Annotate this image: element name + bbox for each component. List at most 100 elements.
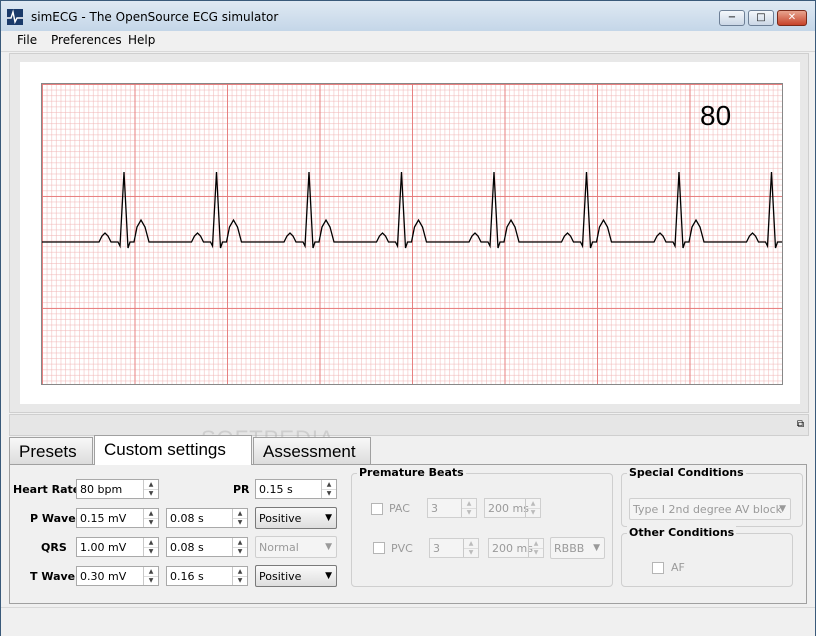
p-wave-polarity-select[interactable]: Positive ▼ xyxy=(255,507,337,529)
pac-count-value: 3 xyxy=(431,502,438,515)
spin-down-icon: ▼ xyxy=(468,549,474,556)
special-condition-value: Type I 2nd degree AV block xyxy=(633,503,783,516)
ecg-waveform xyxy=(42,171,782,249)
t-wave-label: T Wave xyxy=(30,570,76,583)
spin-down-icon[interactable]: ▼ xyxy=(144,518,158,527)
pac-checkbox[interactable] xyxy=(371,503,383,515)
ecg-display: 80 xyxy=(20,62,800,404)
pr-value: 0.15 s xyxy=(259,483,293,496)
tab-assessment-label: Assessment xyxy=(263,442,356,461)
pac-label: PAC xyxy=(389,502,410,515)
qrs-amplitude-value: 1.00 mV xyxy=(80,541,127,554)
af-label: AF xyxy=(671,561,685,574)
pvc-interval-input: 200 ms ▲ ▼ xyxy=(488,538,544,558)
spin-down-icon[interactable]: ▼ xyxy=(144,576,158,585)
p-wave-amplitude-input[interactable]: 0.15 mV ▲ ▼ xyxy=(76,508,159,528)
maximize-button[interactable]: □ xyxy=(748,10,774,26)
premature-beats-group xyxy=(351,473,613,587)
p-wave-label: P Wave xyxy=(30,512,76,525)
ecg-trace xyxy=(42,171,782,249)
chevron-down-icon: ▼ xyxy=(325,542,332,552)
chevron-down-icon: ▼ xyxy=(325,513,332,523)
t-wave-amplitude-spinner[interactable]: ▲ ▼ xyxy=(143,567,158,585)
premature-beats-title: Premature Beats xyxy=(357,466,466,479)
t-wave-duration-value: 0.16 s xyxy=(170,570,204,583)
pac-interval-spinner: ▲ ▼ xyxy=(525,499,540,517)
p-wave-duration-spinner[interactable]: ▲ ▼ xyxy=(232,509,247,527)
qrs-label: QRS xyxy=(41,541,67,554)
other-conditions-group xyxy=(621,533,793,587)
qrs-amplitude-input[interactable]: 1.00 mV ▲ ▼ xyxy=(76,537,159,557)
menu-file[interactable]: File xyxy=(15,33,39,47)
restore-icon[interactable]: ⧉ xyxy=(797,419,804,430)
t-wave-amplitude-value: 0.30 mV xyxy=(80,570,127,583)
pvc-interval-value: 200 ms xyxy=(492,542,533,555)
pvc-interval-spinner: ▲ ▼ xyxy=(528,539,543,557)
spin-down-icon[interactable]: ▼ xyxy=(144,489,158,498)
heart-rate-spinner[interactable]: ▲ ▼ xyxy=(143,480,158,498)
menu-preferences[interactable]: Preferences xyxy=(49,33,124,47)
close-button[interactable]: ✕ xyxy=(777,10,807,26)
ecg-grid xyxy=(41,83,783,385)
special-conditions-title: Special Conditions xyxy=(627,466,746,479)
spin-down-icon[interactable]: ▼ xyxy=(322,489,336,498)
tab-custom-settings[interactable]: Custom settings xyxy=(94,435,252,465)
qrs-amplitude-spinner[interactable]: ▲ ▼ xyxy=(143,538,158,556)
other-conditions-title: Other Conditions xyxy=(627,526,737,539)
spin-down-icon: ▼ xyxy=(466,509,472,516)
ecg-app-icon xyxy=(7,9,23,25)
pvc-morphology-value: RBBB xyxy=(554,542,585,555)
p-wave-duration-input[interactable]: 0.08 s ▲ ▼ xyxy=(166,508,248,528)
chevron-down-icon: ▼ xyxy=(593,543,600,553)
pvc-label: PVC xyxy=(391,542,413,555)
maximize-icon: □ xyxy=(756,12,766,23)
tab-presets[interactable]: Presets xyxy=(9,437,93,464)
p-wave-amplitude-spinner[interactable]: ▲ ▼ xyxy=(143,509,158,527)
special-condition-select: Type I 2nd degree AV block ▼ xyxy=(629,498,791,520)
t-wave-polarity-select[interactable]: Positive ▼ xyxy=(255,565,337,587)
pac-interval-value: 200 ms xyxy=(488,502,529,515)
qrs-duration-spinner[interactable]: ▲ ▼ xyxy=(232,538,247,556)
pr-spinner[interactable]: ▲ ▼ xyxy=(321,480,336,498)
qrs-duration-input[interactable]: 0.08 s ▲ ▼ xyxy=(166,537,248,557)
spin-down-icon[interactable]: ▼ xyxy=(233,547,247,556)
ecg-display-frame: 80 xyxy=(9,53,809,413)
minimize-button[interactable]: − xyxy=(719,10,745,26)
pvc-count-spinner: ▲ ▼ xyxy=(463,539,478,557)
t-wave-polarity-value: Positive xyxy=(259,570,302,583)
heart-rate-label: Heart Rate xyxy=(13,483,81,496)
af-checkbox[interactable] xyxy=(652,562,664,574)
heart-rate-readout: 80 xyxy=(700,100,732,131)
heart-rate-input[interactable]: 80 bpm ▲ ▼ xyxy=(76,479,159,499)
p-wave-duration-value: 0.08 s xyxy=(170,512,204,525)
qrs-morphology-select: Normal ▼ xyxy=(255,536,337,558)
tab-assessment[interactable]: Assessment xyxy=(253,437,371,464)
tab-custom-settings-label: Custom settings xyxy=(104,440,226,459)
menu-help[interactable]: Help xyxy=(126,33,157,47)
qrs-duration-value: 0.08 s xyxy=(170,541,204,554)
spin-down-icon: ▼ xyxy=(530,509,536,516)
chevron-down-icon: ▼ xyxy=(325,571,332,581)
spin-down-icon[interactable]: ▼ xyxy=(233,518,247,527)
spin-down-icon: ▼ xyxy=(533,549,539,556)
spin-down-icon[interactable]: ▼ xyxy=(233,576,247,585)
close-icon: ✕ xyxy=(787,12,797,23)
t-wave-duration-spinner[interactable]: ▲ ▼ xyxy=(232,567,247,585)
pvc-checkbox[interactable] xyxy=(373,542,385,554)
t-wave-amplitude-input[interactable]: 0.30 mV ▲ ▼ xyxy=(76,566,159,586)
spin-down-icon[interactable]: ▼ xyxy=(144,547,158,556)
chevron-down-icon: ▼ xyxy=(779,504,786,514)
t-wave-duration-input[interactable]: 0.16 s ▲ ▼ xyxy=(166,566,248,586)
heart-rate-value: 80 bpm xyxy=(80,483,123,496)
minimize-icon: − xyxy=(727,12,737,23)
title-bar[interactable]: simECG - The OpenSource ECG simulator − … xyxy=(1,1,815,31)
p-wave-polarity-value: Positive xyxy=(259,512,302,525)
pvc-count-value: 3 xyxy=(433,542,440,555)
qrs-morphology-value: Normal xyxy=(259,541,299,554)
split-divider[interactable]: ⧉ xyxy=(9,414,809,436)
pvc-count-input: 3 ▲ ▼ xyxy=(429,538,479,558)
pr-input[interactable]: 0.15 s ▲ ▼ xyxy=(255,479,337,499)
pvc-morphology-select: RBBB ▼ xyxy=(550,537,605,559)
window-title: simECG - The OpenSource ECG simulator xyxy=(31,10,279,24)
app-window: simECG - The OpenSource ECG simulator − … xyxy=(0,0,816,636)
